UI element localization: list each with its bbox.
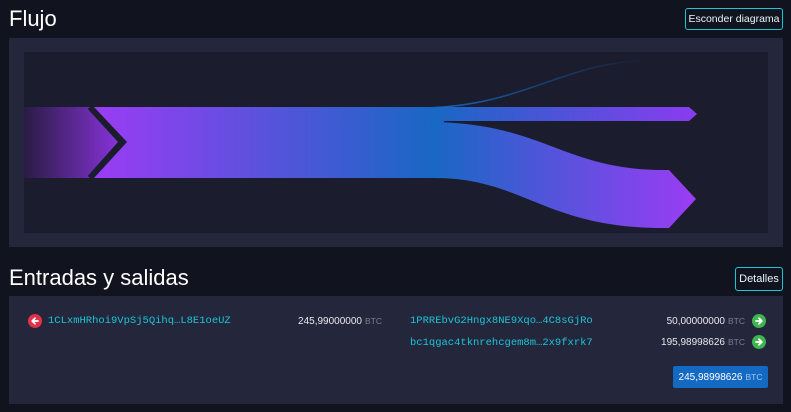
input-address-link[interactable]: 1CLxmHRhoi9VpSj5Qihq…L8E1oeUZ: [48, 315, 231, 327]
io-panel: [9, 296, 783, 404]
output-amount-2: 195,98998626 BTC: [661, 337, 745, 348]
output-address-link-1[interactable]: 1PRREbvG2Hngx8NE9Xqo…4C8sGjRo: [410, 315, 593, 327]
output-arrow-icon-1[interactable]: [752, 314, 766, 328]
hide-diagram-button[interactable]: Esconder diagrama: [685, 8, 783, 30]
output-address-link-2[interactable]: bc1qgac4tknrehcgem8m…2x9fxrk7: [410, 337, 593, 349]
sankey-output-flow-1: [434, 107, 697, 121]
input-arrow-icon[interactable]: [28, 314, 42, 328]
sankey-fee-flow: [423, 60, 645, 109]
sankey-main-flow: [94, 107, 444, 178]
io-title: Entradas y salidas: [9, 265, 189, 290]
total-output-badge: 245,98998626 BTC: [673, 366, 768, 388]
output-amount-1: 50,00000000 BTC: [666, 316, 745, 327]
flow-diagram: [24, 52, 768, 233]
input-amount: 245,99000000 BTC: [298, 316, 382, 327]
sankey-diagram: [24, 60, 697, 228]
output-arrow-icon-2[interactable]: [752, 335, 766, 349]
flow-title: Flujo: [9, 6, 57, 31]
sankey-output-flow-2: [434, 122, 696, 228]
details-button[interactable]: Detalles: [735, 267, 783, 291]
